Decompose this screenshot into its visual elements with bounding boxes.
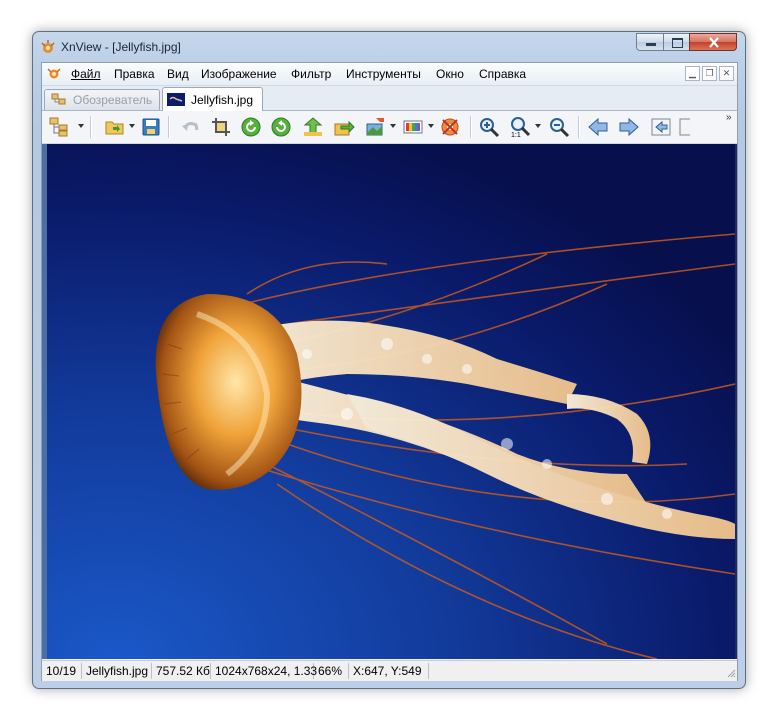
toolbar-separator	[90, 116, 92, 138]
status-filename: Jellyfish.jpg	[82, 663, 152, 679]
status-empty	[429, 663, 729, 679]
status-bar: 10/19 Jellyfish.jpg 757.52 Кб 1024x768x2…	[42, 660, 737, 681]
toolbar: 1:1 »	[42, 111, 737, 144]
client-area: Файл Правка Вид Изображение Фильтр Инстр…	[41, 62, 738, 681]
zoom-dropdown-icon[interactable]	[535, 124, 541, 128]
convert-icon[interactable]	[364, 116, 386, 138]
toolbar-overflow-icon[interactable]: »	[726, 112, 732, 123]
minimize-button[interactable]	[636, 33, 664, 51]
undo-icon[interactable]	[180, 116, 202, 138]
status-coords: X:647, Y:549	[349, 663, 429, 679]
toolbar-separator	[578, 116, 580, 138]
status-index: 10/19	[42, 663, 82, 679]
close-icon: ✕	[722, 68, 731, 78]
menu-filter[interactable]: Фильтр	[291, 67, 331, 81]
next-icon[interactable]	[618, 116, 640, 138]
tab-jellyfish-label: Jellyfish.jpg	[191, 93, 254, 107]
browser-dropdown-icon[interactable]	[78, 124, 84, 128]
first-icon[interactable]	[650, 116, 672, 138]
status-dimensions: 1024x768x24, 1.33	[211, 663, 317, 679]
image-thumbnail-icon	[167, 93, 185, 106]
xnview-logo-icon	[41, 40, 55, 53]
menu-view[interactable]: Вид	[167, 67, 189, 81]
browser-icon[interactable]	[48, 116, 70, 138]
doc-close-button[interactable]: ✕	[719, 66, 734, 81]
rotate-right-icon[interactable]	[270, 116, 292, 138]
open-folder-icon[interactable]	[104, 116, 126, 138]
menu-image[interactable]: Изображение	[201, 67, 277, 81]
menu-bar: Файл Правка Вид Изображение Фильтр Инстр…	[42, 63, 737, 86]
doc-minimize-button[interactable]: ▁	[685, 66, 700, 81]
window-title: XnView - [Jellyfish.jpg]	[61, 40, 181, 54]
app-window: XnView - [Jellyfish.jpg] Файл Правка Вид…	[32, 31, 746, 689]
toolbar-separator	[168, 116, 170, 138]
color-adjust-icon[interactable]	[402, 116, 424, 138]
doc-restore-button[interactable]: ❐	[702, 66, 717, 81]
go-up-icon[interactable]	[302, 116, 324, 138]
convert-dropdown-icon[interactable]	[390, 124, 396, 128]
resize-grip-icon[interactable]	[727, 669, 736, 678]
title-bar[interactable]: XnView - [Jellyfish.jpg]	[33, 32, 745, 62]
zoom-actual-icon[interactable]: 1:1	[509, 116, 531, 138]
settings-icon[interactable]	[439, 116, 461, 138]
tab-browser-label: Обозреватель	[73, 93, 153, 107]
status-zoom: 66%	[314, 663, 349, 679]
open-dropdown-icon[interactable]	[129, 124, 135, 128]
viewer-left-edge	[42, 144, 47, 659]
close-icon	[709, 37, 719, 48]
minimize-icon	[646, 43, 656, 46]
tab-browser[interactable]: Обозреватель	[44, 89, 160, 110]
zoom-in-icon[interactable]	[478, 116, 500, 138]
minimize-icon: ▁	[689, 68, 696, 78]
image-viewer[interactable]	[42, 144, 737, 659]
tab-jellyfish[interactable]: Jellyfish.jpg	[162, 87, 263, 111]
zoom-out-icon[interactable]	[548, 116, 570, 138]
menu-tools[interactable]: Инструменты	[346, 67, 421, 81]
close-button[interactable]	[689, 33, 737, 51]
menu-help[interactable]: Справка	[479, 67, 526, 81]
crop-icon[interactable]	[210, 116, 232, 138]
save-icon[interactable]	[140, 116, 162, 138]
status-filesize: 757.52 Кб	[152, 663, 211, 679]
last-icon[interactable]	[678, 116, 690, 138]
tab-bar: Обозреватель Jellyfish.jpg	[42, 86, 737, 111]
document-icon	[47, 68, 61, 79]
restore-icon: ❐	[705, 68, 714, 78]
maximize-icon	[672, 38, 683, 48]
menu-edit[interactable]: Правка	[114, 67, 155, 81]
menu-window[interactable]: Окно	[436, 67, 464, 81]
color-dropdown-icon[interactable]	[428, 124, 434, 128]
export-icon[interactable]	[333, 116, 355, 138]
rotate-left-icon[interactable]	[240, 116, 262, 138]
svg-text:1:1: 1:1	[511, 132, 521, 138]
jellyfish-photo	[47, 144, 735, 659]
previous-icon[interactable]	[587, 116, 609, 138]
menu-file[interactable]: Файл	[71, 67, 101, 81]
toolbar-separator	[470, 116, 472, 138]
maximize-button[interactable]	[663, 33, 690, 51]
browser-icon	[51, 93, 66, 105]
